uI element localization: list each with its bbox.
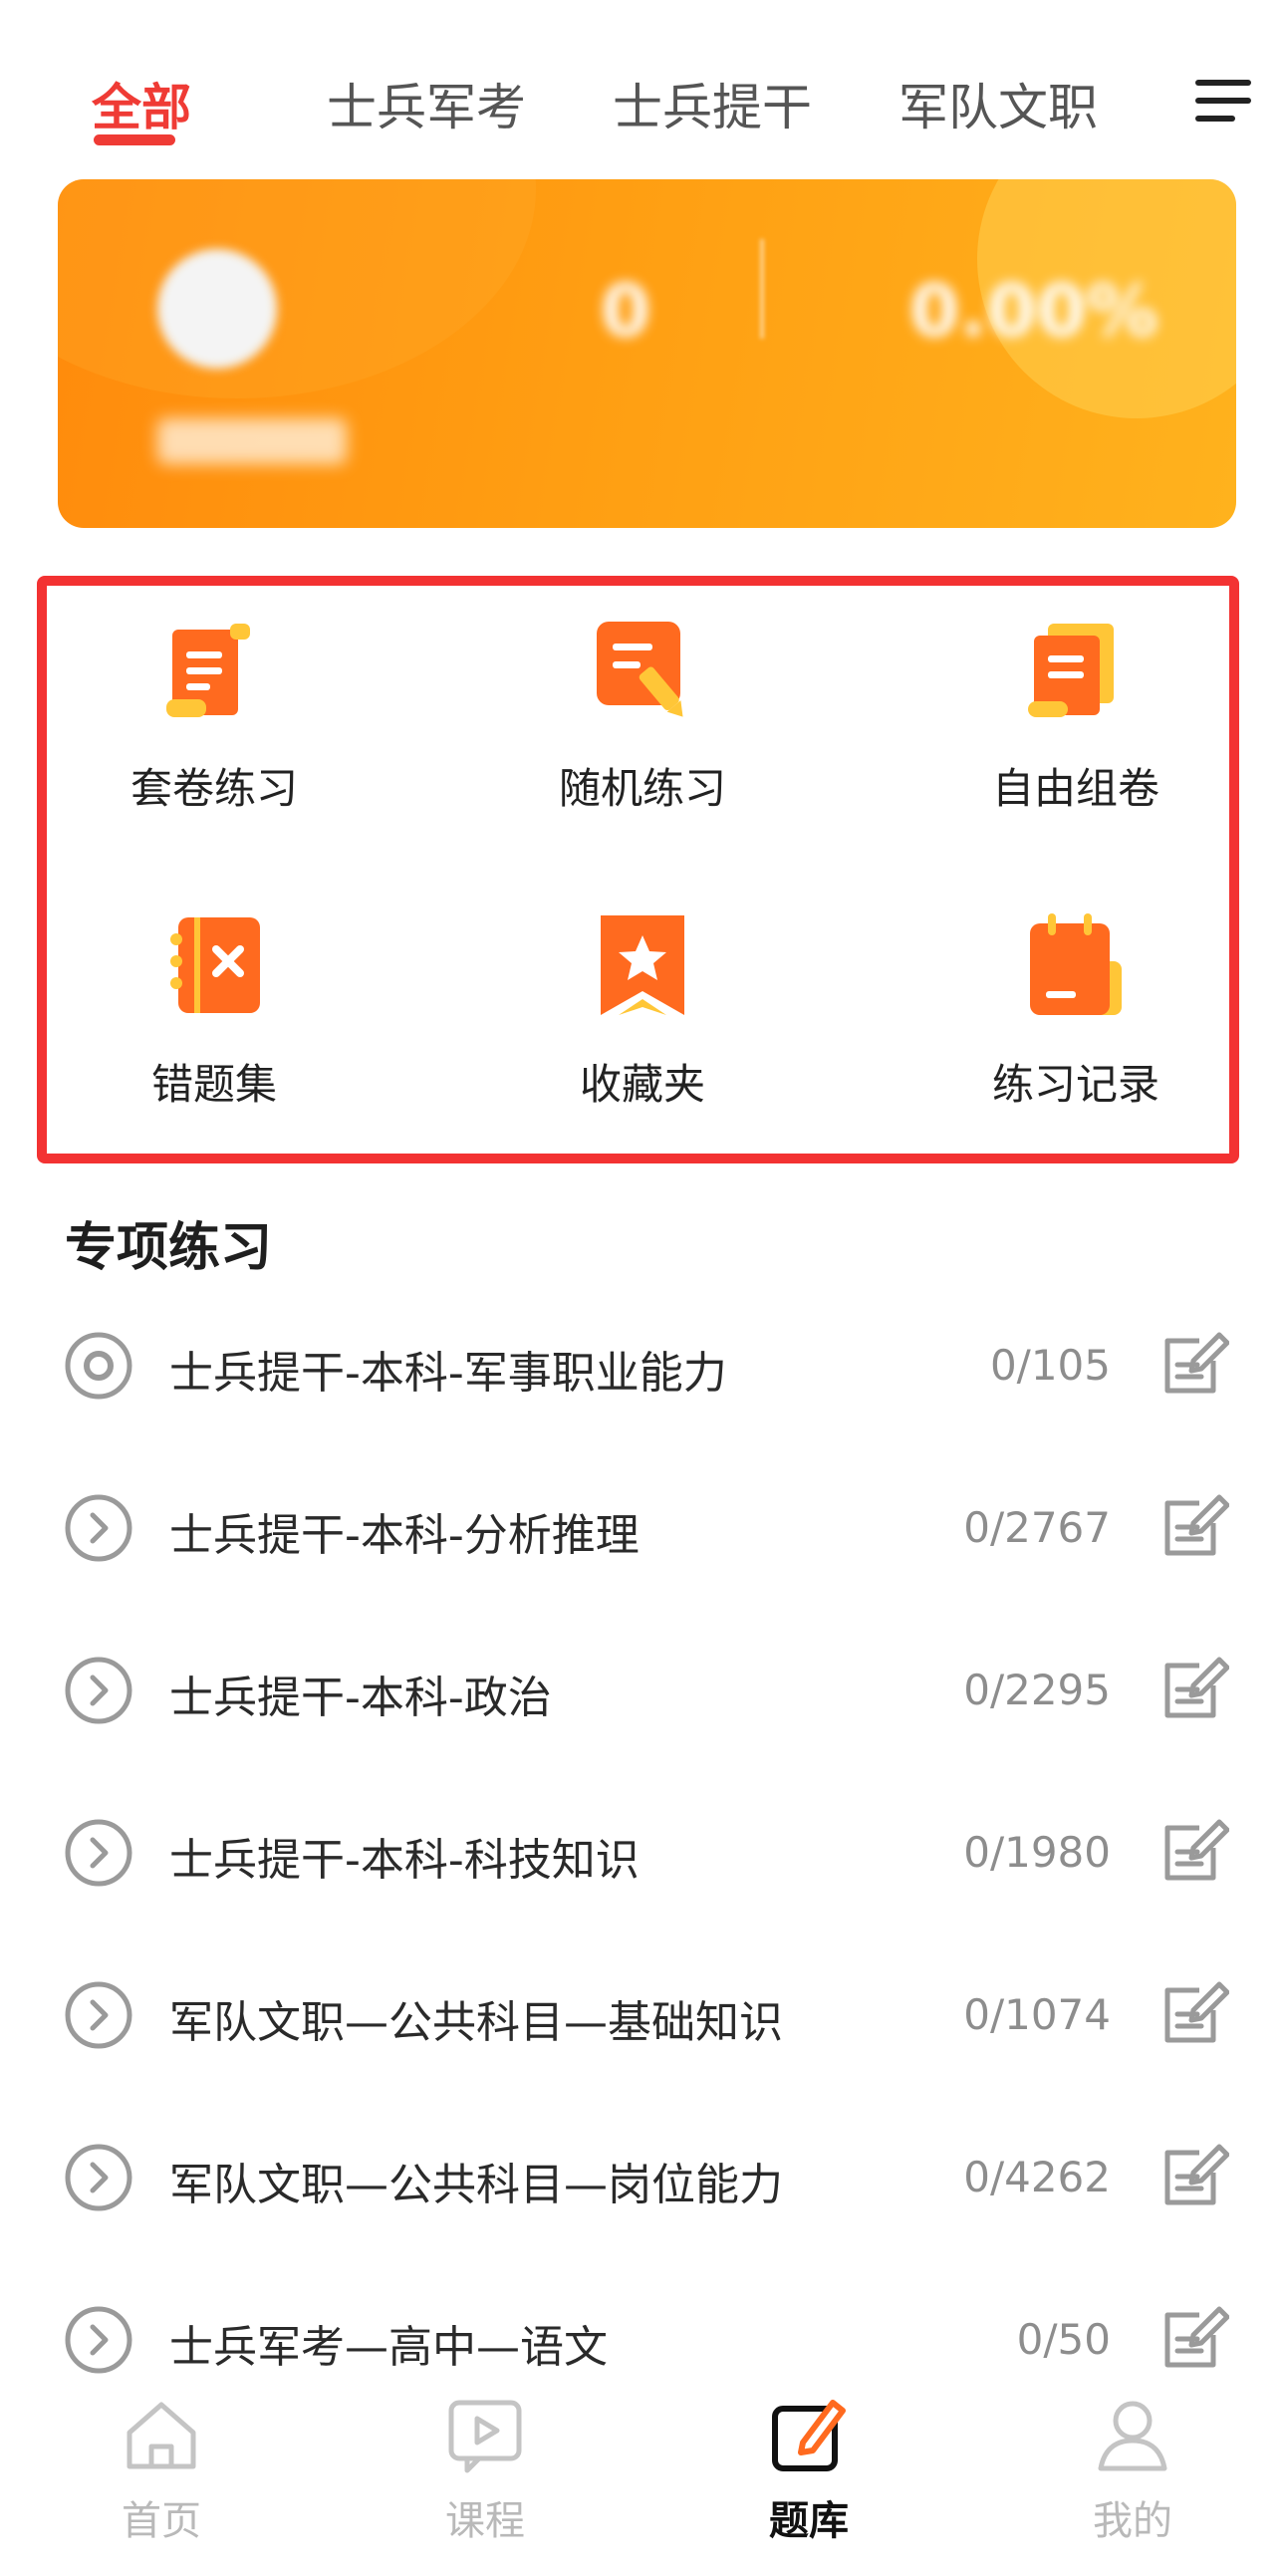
home-icon — [127, 2402, 196, 2469]
feature-paper-practice[interactable]: 套卷练习 — [65, 616, 364, 835]
wrong-notebook-icon — [170, 917, 260, 1013]
bottom-nav: 首页 课程 题库 我的 — [0, 2381, 1285, 2576]
list-item-label: 军队文职—公共科目—基础知识 — [169, 1997, 783, 2048]
tab-military-civilian[interactable]: 军队文职 — [899, 68, 1098, 139]
tab-all[interactable]: 全部 — [92, 68, 191, 139]
list-item-count: 0/1980 — [963, 1828, 1111, 1877]
stats-banner[interactable]: 0 0.00% — [58, 179, 1236, 528]
feature-label: 收藏夹 — [579, 1060, 705, 1109]
stat-accuracy: 0.00% — [885, 179, 1183, 528]
feature-label: 练习记录 — [991, 1060, 1159, 1109]
list-item-count: 0/50 — [1016, 2315, 1111, 2364]
list-item[interactable]: 士兵提干-本科-军事职业能力 0/105 — [0, 1285, 1285, 1446]
list-item[interactable]: 军队文职—公共科目—岗位能力 0/4262 — [0, 2097, 1285, 2258]
chevron-circle-icon — [65, 1657, 132, 1724]
section-title: 专项练习 — [65, 1218, 273, 1278]
profile-icon — [1098, 2401, 1167, 2471]
edit-note-icon[interactable] — [1163, 1656, 1229, 1721]
chevron-circle-icon — [65, 2144, 132, 2211]
edit-note-icon[interactable] — [1163, 2143, 1229, 2208]
feature-label: 自由组卷 — [991, 764, 1159, 813]
stat-accuracy-value: 0.00% — [909, 269, 1158, 353]
nav-label: 课程 — [445, 2498, 525, 2544]
edit-note-icon[interactable] — [1163, 2305, 1229, 2371]
nav-label: 首页 — [122, 2498, 201, 2544]
chevron-circle-icon — [65, 1819, 132, 1887]
avatar — [157, 249, 277, 369]
stat-completed: 0 — [476, 179, 775, 528]
stat-completed-value: 0 — [600, 269, 651, 353]
list-item-label: 士兵军考—高中—语文 — [169, 2322, 608, 2373]
list-item-label: 士兵提干-本科-军事职业能力 — [169, 1348, 727, 1399]
chevron-circle-icon — [65, 1981, 132, 2049]
feature-custom-paper[interactable]: 自由组卷 — [926, 616, 1225, 835]
nav-label: 题库 — [769, 2498, 849, 2544]
feature-practice-record[interactable]: 练习记录 — [926, 911, 1225, 1131]
list-item-count: 0/2767 — [963, 1503, 1111, 1552]
edit-note-icon[interactable] — [1163, 1493, 1229, 1559]
list-item[interactable]: 士兵提干-本科-科技知识 0/1980 — [0, 1772, 1285, 1933]
edit-note-icon[interactable] — [1163, 1980, 1229, 2046]
nav-question-bank[interactable]: 题库 — [709, 2381, 908, 2576]
list-item-count: 0/1074 — [963, 1990, 1111, 2039]
stacked-papers-icon — [1028, 624, 1114, 717]
feature-label: 套卷练习 — [129, 764, 298, 813]
course-play-icon — [448, 2400, 522, 2473]
list-item[interactable]: 士兵提干-本科-分析推理 0/2767 — [0, 1447, 1285, 1609]
nav-profile[interactable]: 我的 — [1033, 2381, 1232, 2576]
nav-home[interactable]: 首页 — [62, 2381, 261, 2576]
bookmark-star-icon — [601, 915, 684, 1015]
feature-wrong-questions[interactable]: 错题集 — [65, 911, 364, 1131]
list-item-label: 士兵提干-本科-政治 — [169, 1673, 552, 1723]
list-item-label: 士兵提干-本科-分析推理 — [169, 1510, 640, 1561]
target-circle-icon — [65, 1332, 132, 1400]
note-pencil-icon — [597, 622, 683, 717]
list-item-count: 0/2295 — [963, 1666, 1111, 1714]
user-name-blurred — [157, 418, 347, 464]
calendar-record-icon — [1030, 913, 1122, 1015]
chevron-circle-icon — [65, 1494, 132, 1562]
list-item[interactable]: 士兵提干-本科-政治 0/2295 — [0, 1610, 1285, 1771]
chevron-circle-icon — [65, 2306, 132, 2374]
feature-random-practice[interactable]: 随机练习 — [493, 616, 792, 835]
list-item-label: 士兵提干-本科-科技知识 — [169, 1835, 640, 1886]
scroll-paper-icon — [166, 624, 250, 717]
list-item[interactable]: 军队文职—公共科目—基础知识 0/1074 — [0, 1934, 1285, 2096]
active-tab-underline — [94, 134, 175, 145]
top-tab-bar: 全部 士兵军考 士兵提干 军队文职 — [0, 0, 1285, 169]
feature-favorites[interactable]: 收藏夹 — [493, 911, 792, 1131]
nav-course[interactable]: 课程 — [386, 2381, 585, 2576]
list-item-count: 0/4262 — [963, 2153, 1111, 2201]
tab-soldier-promotion[interactable]: 士兵提干 — [613, 68, 812, 139]
hamburger-menu-icon[interactable] — [1195, 76, 1251, 126]
edit-note-icon[interactable] — [1163, 1818, 1229, 1884]
question-bank-edit-icon — [772, 2400, 846, 2471]
list-item-label: 军队文职—公共科目—岗位能力 — [169, 2160, 783, 2210]
feature-label: 随机练习 — [558, 764, 726, 813]
tab-soldier-exam[interactable]: 士兵军考 — [327, 68, 526, 139]
list-item-count: 0/105 — [989, 1341, 1111, 1390]
nav-label: 我的 — [1093, 2498, 1172, 2544]
feature-label: 错题集 — [150, 1060, 277, 1109]
edit-note-icon[interactable] — [1163, 1331, 1229, 1397]
